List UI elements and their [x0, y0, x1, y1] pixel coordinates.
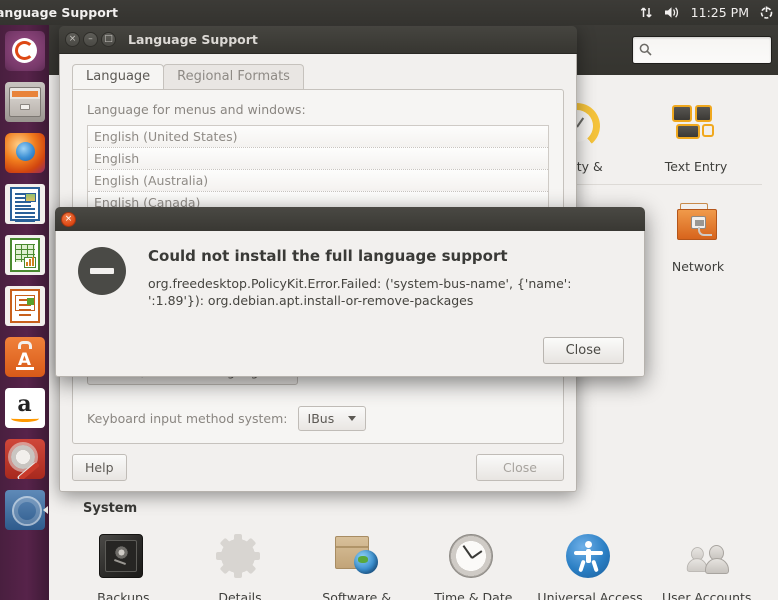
- universal-access-icon: [566, 534, 614, 582]
- help-icon: [4, 489, 45, 530]
- settings-item-details[interactable]: Details: [182, 524, 299, 600]
- error-dialog-content: Could not install the full language supp…: [78, 247, 624, 309]
- list-item[interactable]: English (United States): [88, 126, 548, 148]
- time-date-clock-icon: [449, 534, 497, 582]
- window-title: Language Support: [128, 32, 258, 47]
- close-icon[interactable]: ×: [65, 32, 80, 47]
- close-button[interactable]: Close: [475, 454, 564, 481]
- software-updates-icon: [333, 534, 381, 582]
- launcher-item-libreoffice-calc[interactable]: [0, 229, 49, 280]
- dialog-close-button[interactable]: Close: [542, 337, 624, 364]
- close-icon[interactable]: ×: [61, 211, 76, 227]
- settings-item-time-date[interactable]: Time & Date: [415, 524, 532, 600]
- chevron-down-icon: [348, 416, 357, 421]
- amazon-icon: a: [4, 387, 45, 428]
- input-method-row: Keyboard input method system: IBus: [87, 394, 549, 431]
- settings-item-software-updates[interactable]: Software & Updates: [298, 524, 415, 600]
- error-dialog-texts: Could not install the full language supp…: [148, 247, 624, 309]
- error-dialog-titlebar[interactable]: ×: [55, 207, 645, 231]
- minimize-icon[interactable]: –: [83, 32, 98, 47]
- ubuntu-logo-icon: [4, 30, 45, 71]
- launcher-item-libreoffice-impress[interactable]: [0, 280, 49, 331]
- settings-item-backups[interactable]: Backups: [65, 524, 182, 600]
- text-entry-icon: [672, 103, 720, 151]
- help-button[interactable]: Help: [72, 454, 127, 481]
- input-method-label: Keyboard input method system:: [87, 411, 288, 426]
- error-dialog: × Could not install the full language su…: [55, 207, 645, 377]
- libreoffice-calc-icon: [4, 234, 45, 275]
- launcher-item-libreoffice-writer[interactable]: [0, 178, 49, 229]
- launcher-item-amazon[interactable]: a: [0, 382, 49, 433]
- input-method-dropdown[interactable]: IBus: [297, 406, 367, 431]
- firefox-icon: [4, 132, 45, 173]
- launcher-item-ubuntu-dash[interactable]: [0, 25, 49, 76]
- launcher-item-system-settings[interactable]: [0, 433, 49, 484]
- unity-launcher: A a: [0, 25, 49, 600]
- search-input[interactable]: [632, 36, 772, 64]
- network-folder-icon: [674, 203, 722, 251]
- launcher-item-software-center[interactable]: A: [0, 331, 49, 382]
- launcher-running-arrow-icon: [43, 505, 48, 514]
- panel-app-title[interactable]: anguage Support: [0, 5, 118, 20]
- launcher-item-files[interactable]: [0, 76, 49, 127]
- settings-section-system: System: [83, 501, 138, 516]
- settings-row-system: Backups Details Software & Time & Date U…: [55, 524, 775, 600]
- desktop-screen: curity & Text Entry Network System Backu…: [0, 0, 778, 600]
- tab-regional-formats[interactable]: Regional Formats: [163, 64, 304, 89]
- settings-item-universal-access[interactable]: Universal Access: [532, 524, 649, 600]
- error-icon-bar: [90, 268, 114, 274]
- language-field-label: Language for menus and windows:: [87, 102, 306, 117]
- top-panel: anguage Support 11:25 PM: [0, 0, 778, 25]
- clock[interactable]: 11:25 PM: [691, 5, 749, 20]
- error-heading: Could not install the full language supp…: [148, 247, 508, 265]
- settings-item-network[interactable]: Network: [639, 193, 757, 280]
- libreoffice-writer-icon: [4, 183, 45, 224]
- system-settings-icon: [4, 438, 45, 479]
- maximize-icon[interactable]: □: [101, 32, 116, 47]
- launcher-item-help[interactable]: [0, 484, 49, 535]
- error-stop-icon: [78, 247, 126, 295]
- launcher-item-firefox[interactable]: [0, 127, 49, 178]
- settings-item-text-entry[interactable]: Text Entry: [637, 93, 755, 180]
- libreoffice-impress-icon: [4, 285, 45, 326]
- power-gear-icon[interactable]: [759, 5, 774, 20]
- volume-icon[interactable]: [664, 5, 681, 20]
- network-updown-icon[interactable]: [639, 5, 654, 20]
- settings-item-user-accounts[interactable]: User Accounts: [648, 524, 765, 600]
- list-item[interactable]: English (Australia): [88, 170, 548, 192]
- window-footer: Help Close: [72, 454, 564, 481]
- files-icon: [4, 81, 45, 122]
- tab-bar: Language Regional Formats: [72, 62, 564, 89]
- input-method-value: IBus: [307, 411, 335, 426]
- error-dialog-body: Could not install the full language supp…: [55, 231, 645, 377]
- backups-safe-icon: [99, 534, 147, 582]
- user-accounts-icon: [683, 534, 731, 582]
- error-dialog-actions: Close: [78, 337, 624, 364]
- error-message: org.freedesktop.PolicyKit.Error.Failed: …: [148, 276, 572, 308]
- list-item[interactable]: English: [88, 148, 548, 170]
- software-center-icon: A: [4, 336, 45, 377]
- panel-indicators: 11:25 PM: [639, 5, 778, 20]
- tab-language[interactable]: Language: [72, 64, 165, 89]
- search-icon: [639, 41, 652, 60]
- details-gear-icon: [216, 534, 264, 582]
- language-support-titlebar[interactable]: × – □ Language Support: [59, 26, 577, 54]
